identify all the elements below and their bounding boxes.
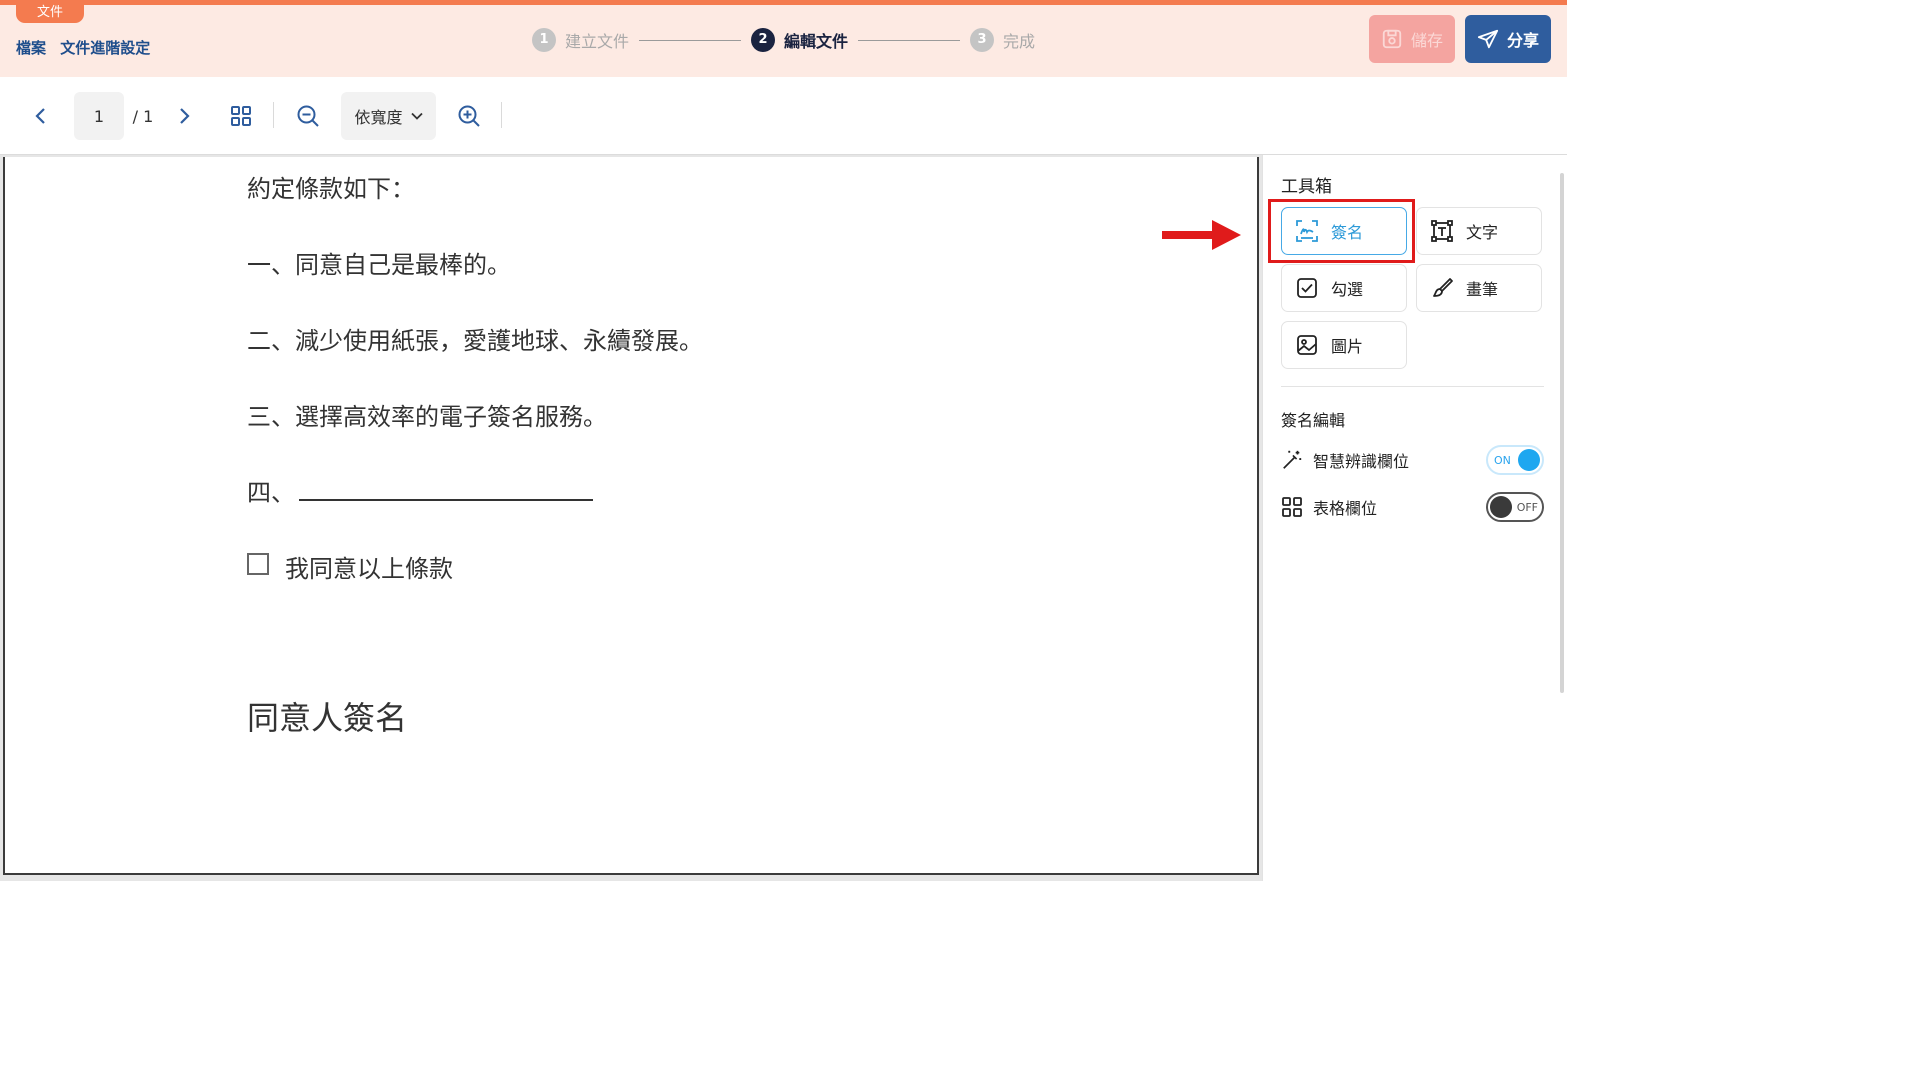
tool-label: 畫筆	[1466, 280, 1499, 299]
step-connector	[639, 39, 742, 41]
tool-label: 圖片	[1331, 337, 1364, 356]
zoom-in-icon	[458, 105, 480, 127]
step-connector	[858, 39, 961, 41]
brush-icon	[1433, 278, 1453, 297]
step-complete: 3 完成	[970, 28, 1035, 52]
zoom-in-button[interactable]	[455, 103, 483, 129]
fill-in-blank	[299, 481, 593, 501]
agree-checkbox-label: 我同意以上條款	[285, 555, 453, 583]
top-header: 文件 檔案 文件進階設定 1 建立文件 2 編輯文件 3 完成 儲存 分享	[0, 0, 1567, 77]
panel-scrollbar[interactable]	[1560, 173, 1564, 693]
save-label: 儲存	[1410, 31, 1443, 50]
terms-heading: 約定條款如下：	[247, 175, 415, 203]
document-viewer[interactable]: 約定條款如下： 一、同意自己是最棒的。 二、減少使用紙張，愛護地球、永續發展。 …	[0, 155, 1262, 881]
step-number: 3	[970, 28, 995, 52]
image-icon	[1297, 335, 1317, 355]
page-total: / 1	[132, 106, 154, 126]
header-accent-line	[0, 0, 1567, 5]
toggle-state: OFF	[1516, 500, 1538, 514]
toggle-state: ON	[1494, 453, 1511, 467]
table-field-setting: 表格欄位 OFF	[1281, 490, 1544, 524]
step-label: 完成	[1003, 32, 1036, 51]
save-button[interactable]: 儲存	[1369, 15, 1455, 63]
step-edit-document: 2 編輯文件	[751, 28, 848, 52]
tool-label: 勾選	[1331, 280, 1364, 299]
chevron-left-icon	[35, 108, 45, 124]
signature-icon	[1296, 220, 1318, 242]
zoom-out-button[interactable]	[294, 103, 322, 129]
step-label: 建立文件	[565, 32, 630, 51]
setting-label: 智慧辨識欄位	[1313, 452, 1410, 471]
tool-checkbox-button[interactable]: 勾選	[1281, 264, 1407, 312]
tool-signature-button[interactable]: 簽名	[1281, 207, 1407, 255]
magic-wand-icon	[1283, 450, 1302, 469]
prev-page-button[interactable]	[28, 104, 54, 128]
document-tab[interactable]: 文件	[16, 3, 84, 23]
step-number: 1	[532, 28, 556, 52]
toggle-knob	[1490, 496, 1512, 518]
setting-label: 表格欄位	[1313, 499, 1378, 518]
grid-icon	[1282, 497, 1302, 517]
progress-steps: 1 建立文件 2 編輯文件 3 完成	[532, 27, 1035, 53]
signature-heading: 同意人簽名	[247, 699, 408, 737]
tool-text-button[interactable]: 文字	[1416, 207, 1542, 255]
share-button[interactable]: 分享	[1465, 15, 1551, 63]
toggle-knob	[1518, 449, 1540, 471]
checkbox-icon	[1297, 278, 1317, 298]
zoom-mode-select[interactable]: 依寬度	[341, 92, 436, 140]
grid-icon	[231, 106, 251, 126]
tool-panel: 工具箱 簽名 文字 勾選 畫筆 圖片 簽名編輯 智慧辨識欄位 ON 表格欄位 O…	[1262, 155, 1567, 881]
zoom-mode-label: 依寬度	[354, 108, 403, 127]
smart-detection-toggle[interactable]: ON	[1486, 445, 1544, 475]
share-label: 分享	[1506, 31, 1539, 50]
breadcrumb: 檔案 文件進階設定	[16, 37, 159, 58]
term-line-3: 三、選擇高效率的電子簽名服務。	[247, 403, 607, 431]
panel-divider	[1281, 386, 1544, 387]
toolbar-divider	[273, 102, 274, 128]
term-line-4: 四、	[247, 473, 593, 508]
step-label: 編輯文件	[784, 32, 849, 51]
send-icon	[1477, 29, 1499, 49]
toolbox-title: 工具箱	[1281, 177, 1332, 197]
text-box-icon	[1431, 220, 1453, 242]
step-number: 2	[751, 28, 776, 52]
breadcrumb-advanced-settings[interactable]: 文件進階設定	[60, 39, 150, 57]
smart-field-detection-setting: 智慧辨識欄位 ON	[1281, 443, 1544, 477]
term-line-1: 一、同意自己是最棒的。	[247, 251, 511, 279]
arrow-right-icon	[1162, 220, 1241, 250]
document-page[interactable]: 約定條款如下： 一、同意自己是最棒的。 二、減少使用紙張，愛護地球、永續發展。 …	[3, 157, 1259, 875]
thumbnail-view-button[interactable]	[228, 103, 254, 129]
next-page-button[interactable]	[171, 104, 197, 128]
term-line-2: 二、減少使用紙張，愛護地球、永續發展。	[247, 327, 703, 355]
tool-brush-button[interactable]: 畫筆	[1416, 264, 1542, 312]
signature-edit-title: 簽名編輯	[1281, 411, 1346, 430]
chevron-down-icon	[410, 112, 423, 120]
toolbar-divider	[501, 102, 502, 128]
page-number-input[interactable]: 1	[74, 92, 124, 140]
zoom-out-icon	[297, 105, 319, 127]
breadcrumb-files[interactable]: 檔案	[16, 39, 46, 57]
document-toolbar: 1 / 1 依寬度	[0, 77, 1567, 155]
tool-image-button[interactable]: 圖片	[1281, 321, 1407, 369]
table-field-toggle[interactable]: OFF	[1486, 492, 1544, 522]
tool-label: 簽名	[1331, 223, 1364, 242]
term-line-4-label: 四、	[247, 479, 295, 507]
agree-checkbox	[247, 553, 269, 575]
save-icon	[1382, 29, 1402, 49]
step-create-document: 1 建立文件	[532, 28, 629, 52]
chevron-right-icon	[180, 108, 190, 124]
tool-label: 文字	[1466, 223, 1499, 242]
